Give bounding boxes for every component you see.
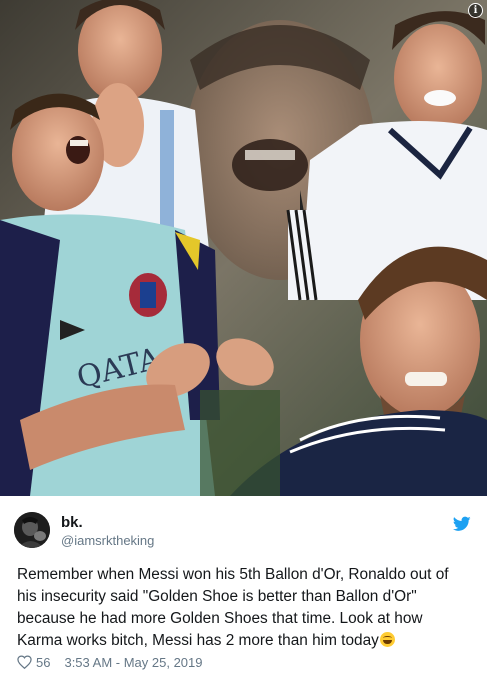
tweet-footer: 56 3:53 AM - May 25, 2019 bbox=[17, 653, 203, 671]
tweet-text-line: Remember when Messi won his 5th Ballon d… bbox=[17, 566, 449, 583]
author-display-name[interactable]: bk. bbox=[61, 514, 83, 531]
avatar-image bbox=[14, 512, 50, 548]
tweet-header: bk. @iamsrktheking bbox=[0, 496, 487, 560]
info-icon[interactable]: i bbox=[468, 3, 483, 18]
tweet-media-image[interactable]: QATA i bbox=[0, 0, 487, 496]
author-handle[interactable]: @iamsrktheking bbox=[61, 533, 154, 548]
tweet-card: QATA i bk. @iamsrktheking Remember when … bbox=[0, 0, 487, 679]
avatar[interactable] bbox=[14, 512, 50, 548]
tweet-text: Remember when Messi won his 5th Ballon d… bbox=[17, 564, 477, 652]
heart-icon[interactable] bbox=[17, 655, 32, 669]
meme-collage-illustration: QATA bbox=[0, 0, 487, 496]
tweet-text-line: Karma works bitch, Messi has 2 more than… bbox=[17, 632, 379, 649]
tweet-text-line: his insecurity said "Golden Shoe is bett… bbox=[17, 588, 417, 605]
tweet-text-line: because he had more Golden Shoes that ti… bbox=[17, 610, 423, 627]
grinning-squinting-emoji-icon bbox=[379, 632, 395, 647]
tweet-timestamp[interactable]: 3:53 AM - May 25, 2019 bbox=[64, 655, 202, 670]
like-count[interactable]: 56 bbox=[36, 655, 50, 670]
twitter-bird-icon[interactable] bbox=[453, 516, 471, 532]
